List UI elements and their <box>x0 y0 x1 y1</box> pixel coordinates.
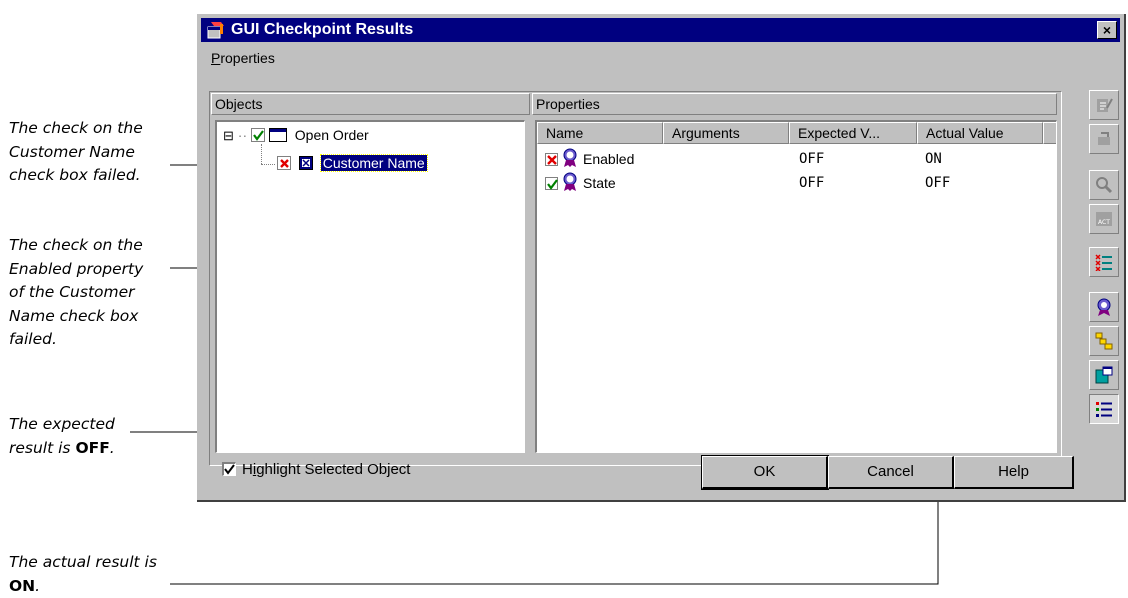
tree-connector <box>261 144 263 164</box>
annotation-line: check box failed. <box>9 164 143 188</box>
passed-check-icon <box>545 177 558 190</box>
tree-node-customer-name[interactable]: Customer Name <box>277 154 427 171</box>
column-header-actual[interactable]: Actual Value <box>917 122 1043 144</box>
property-actual: ON <box>925 151 942 167</box>
edit-properties-button[interactable]: ACT <box>1089 204 1119 234</box>
annotation-line: The expected <box>9 413 115 437</box>
tree-connector <box>261 164 275 166</box>
annotation-line: result is OFF. <box>9 437 115 461</box>
list-view-icon <box>1095 400 1113 418</box>
label-text: H <box>242 461 253 478</box>
column-header-arguments[interactable]: Arguments <box>663 122 789 144</box>
annotation-actual-result: The actual result is ON. <box>9 551 157 598</box>
column-header-name[interactable]: Name <box>537 122 663 144</box>
annotation-text: . <box>35 577 40 595</box>
annotation-line: ON. <box>9 575 157 598</box>
annotation-emphasis: OFF <box>75 439 109 457</box>
window-title: GUI Checkpoint Results <box>231 21 413 39</box>
menu-mnemonic: P <box>211 50 220 66</box>
annotation-emphasis: ON <box>9 577 35 595</box>
annotation-line: of the Customer <box>9 281 143 305</box>
annotation-line: Name check box <box>9 305 143 329</box>
column-header-filler <box>1043 122 1057 144</box>
property-name: State <box>583 175 616 191</box>
ok-button[interactable]: OK <box>702 456 828 489</box>
menu-properties[interactable]: Properties <box>211 50 275 66</box>
tree-node-label: Open Order <box>295 127 369 143</box>
edit-properties-icon: ACT <box>1095 210 1113 228</box>
annotation-line: The check on the <box>9 117 143 141</box>
window-icon <box>269 128 287 142</box>
hierarchy-button[interactable] <box>1089 326 1119 356</box>
property-expected: OFF <box>799 175 824 191</box>
checkbox[interactable] <box>222 462 236 476</box>
property-row-enabled[interactable]: Enabled OFF ON <box>537 147 1057 171</box>
annotation-enabled-failed: The check on the Enabled property of the… <box>9 234 143 352</box>
annotation-line: Enabled property <box>9 258 143 282</box>
annotation-customer-name-failed: The check on the Customer Name check box… <box>9 117 143 188</box>
failed-check-icon <box>545 153 558 166</box>
compare-icon <box>1095 176 1113 194</box>
failed-check-icon <box>277 156 291 170</box>
window-objects-icon <box>1095 366 1113 384</box>
objects-header: Objects <box>211 93 530 115</box>
annotation-line: failed. <box>9 328 143 352</box>
checkpoint-property-icon <box>562 148 578 168</box>
passed-check-icon <box>251 128 265 142</box>
property-actual: OFF <box>925 175 950 191</box>
show-failures-button[interactable] <box>1089 247 1119 277</box>
window-objects-button[interactable] <box>1089 360 1119 390</box>
highlight-label: Highlight Selected Object <box>242 461 410 478</box>
update-expected-button[interactable] <box>1089 124 1119 154</box>
annotation-expected-result: The expected result is OFF. <box>9 413 115 460</box>
close-button[interactable]: × <box>1097 21 1117 39</box>
edit-expected-button[interactable] <box>1089 90 1119 120</box>
hierarchy-icon <box>1095 332 1113 350</box>
property-row-state[interactable]: State OFF OFF <box>537 172 1057 196</box>
help-button[interactable]: Help <box>954 456 1074 489</box>
title-bar[interactable]: GUI Checkpoint Results × <box>201 18 1120 42</box>
edit-expected-icon <box>1095 96 1113 114</box>
tree-node-label-selected: Customer Name <box>321 155 427 171</box>
collapse-icon[interactable]: ⊟ <box>223 128 234 143</box>
compare-button[interactable] <box>1089 170 1119 200</box>
checkbox-object-icon <box>299 156 313 170</box>
cancel-button[interactable]: Cancel <box>828 456 954 489</box>
objects-tree[interactable]: ⊟ ·· Open Order Customer Name <box>215 120 525 453</box>
gui-checkpoint-results-window: GUI Checkpoint Results × Properties Obje… <box>197 14 1126 502</box>
svg-text:ACT: ACT <box>1098 219 1110 226</box>
list-view-button[interactable] <box>1089 394 1119 424</box>
annotation-line: The actual result is <box>9 551 157 575</box>
property-name: Enabled <box>583 151 634 167</box>
menu-label: roperties <box>220 50 274 66</box>
tree-node-open-order[interactable]: ⊟ ·· Open Order <box>223 126 369 144</box>
checkpoint-property-icon <box>1095 298 1113 316</box>
label-text: ghlight Selected Object <box>256 461 410 478</box>
annotation-line: Customer Name <box>9 141 143 165</box>
update-expected-icon <box>1095 130 1113 148</box>
properties-list[interactable]: Name Arguments Expected V... Actual Valu… <box>535 120 1057 453</box>
close-icon: × <box>1103 22 1111 38</box>
properties-header: Properties <box>532 93 1057 115</box>
annotation-text: result is <box>9 439 75 457</box>
annotation-line: The check on the <box>9 234 143 258</box>
app-icon <box>207 21 225 39</box>
checkpoint-property-button[interactable] <box>1089 292 1119 322</box>
checkpoint-property-icon <box>562 172 578 192</box>
annotation-text: . <box>110 439 115 457</box>
menu-bar: Properties <box>211 50 275 66</box>
property-expected: OFF <box>799 151 824 167</box>
show-failures-icon <box>1095 253 1113 271</box>
column-header-expected[interactable]: Expected V... <box>789 122 917 144</box>
